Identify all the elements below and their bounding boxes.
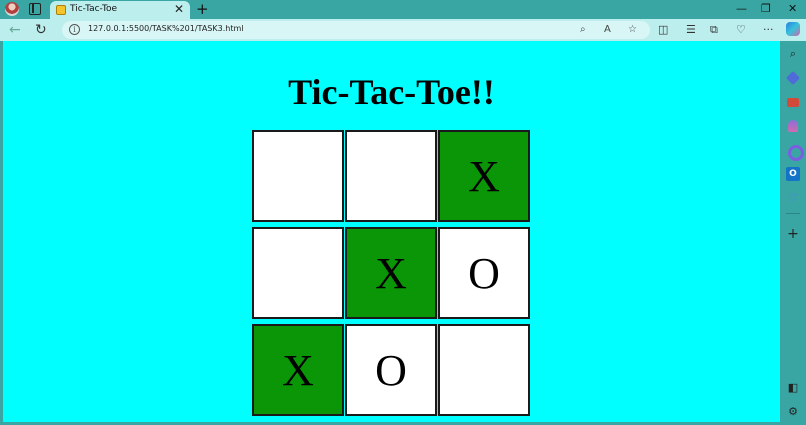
tab-title: Tic-Tac-Toe [70,4,117,14]
outlook-icon[interactable] [786,167,800,181]
info-icon[interactable]: i [69,24,80,35]
split-screen-icon[interactable]: ◫ [658,22,668,38]
board-cell-4[interactable]: X [345,227,437,319]
collections-icon[interactable]: ⧉ [710,22,718,38]
profile-avatar[interactable] [5,2,19,16]
window-close-button[interactable]: ✕ [788,1,797,17]
more-icon[interactable]: ··· [763,22,774,38]
board-cell-7[interactable]: O [345,324,437,416]
star-icon[interactable]: ☆ [628,23,637,37]
back-arrow-icon[interactable]: ← [9,21,21,39]
drop-icon[interactable]: ▽ [786,191,800,205]
zoom-icon[interactable]: ⌕ [580,23,586,37]
tab-favicon-icon [56,5,66,15]
url-text[interactable]: 127.0.0.1:5500/TASK%201/TASK3.html [88,24,243,33]
page-title: Tic-Tac-Toe!! [288,72,495,112]
refresh-icon[interactable]: ↻ [35,21,47,39]
gear-icon[interactable]: ⚙ [786,405,800,419]
browser-title-bar: Tic-Tac-Toe ✕ + — ❐ ✕ [0,0,806,19]
toolbox-icon[interactable] [786,95,800,109]
board-cell-6[interactable]: X [252,324,344,416]
browser-tab[interactable]: Tic-Tac-Toe ✕ [50,1,190,19]
game-board: XXOXO [252,130,530,416]
board-cell-1[interactable] [345,130,437,222]
board-cell-2[interactable]: X [438,130,530,222]
heart-pulse-icon[interactable]: ♡ [736,22,746,38]
favorites-icon[interactable]: ☰ [686,22,696,38]
add-icon[interactable]: + [786,227,800,241]
edge-sidebar: ⌕ ▽ + ◧ ⚙ [780,41,806,425]
window-maximize-button[interactable]: ❐ [761,1,771,17]
tab-close-button[interactable]: ✕ [174,2,184,16]
hide-sidebar-icon[interactable]: ◧ [786,381,800,395]
person-icon[interactable] [786,119,800,133]
window-minimize-button[interactable]: — [736,1,747,17]
games-icon[interactable] [786,143,804,161]
tab-actions-icon[interactable] [29,3,41,15]
address-bar[interactable]: i 127.0.0.1:5500/TASK%201/TASK3.html ⌕ A… [62,21,650,39]
search-icon[interactable]: ⌕ [786,47,800,61]
board-cell-0[interactable] [252,130,344,222]
tag-icon[interactable] [786,71,800,85]
browser-toolbar: ← ↻ i 127.0.0.1:5500/TASK%201/TASK3.html… [0,19,806,41]
read-aloud-icon[interactable]: A [604,23,611,37]
page-viewport: Tic-Tac-Toe!! XXOXO [3,41,780,422]
sidebar-divider [786,213,800,214]
board-cell-5[interactable]: O [438,227,530,319]
new-tab-button[interactable]: + [196,0,209,18]
board-cell-8[interactable] [438,324,530,416]
board-cell-3[interactable] [252,227,344,319]
copilot-icon[interactable] [786,22,800,36]
